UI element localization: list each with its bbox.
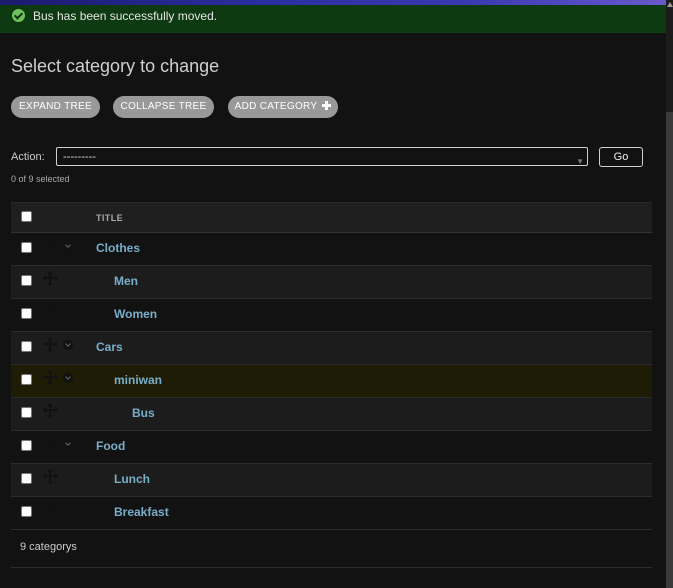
category-title-link[interactable]: miniwan xyxy=(114,373,162,387)
action-select[interactable]: --------- ▼ xyxy=(56,147,588,166)
table-row: Food xyxy=(11,431,652,464)
category-title-link[interactable]: Food xyxy=(96,439,125,453)
results-table: TITLE Clothes Men Women Cars miniwan Bus Food L… xyxy=(11,202,652,530)
table-row: Clothes xyxy=(11,233,652,266)
drag-handle-icon[interactable] xyxy=(43,436,58,451)
table-row: Men xyxy=(11,266,652,299)
table-row: Women xyxy=(11,299,652,332)
page-scrollbar[interactable] xyxy=(666,0,673,588)
action-label: Action: xyxy=(11,151,45,163)
category-title-link[interactable]: Cars xyxy=(96,340,123,354)
result-count: 9 categorys xyxy=(11,529,652,568)
collapse-toggle-icon[interactable] xyxy=(63,340,73,350)
category-title-link[interactable]: Bus xyxy=(132,406,155,420)
drag-handle-icon[interactable] xyxy=(43,403,58,418)
row-select-checkbox[interactable] xyxy=(21,407,32,418)
drag-handle-icon[interactable] xyxy=(43,370,58,385)
row-select-checkbox[interactable] xyxy=(21,473,32,484)
row-select-checkbox[interactable] xyxy=(21,440,32,451)
check-circle-icon xyxy=(12,9,25,22)
success-message-text: Bus has been successfully moved. xyxy=(33,9,218,23)
table-row: Breakfast xyxy=(11,497,652,530)
table-header: TITLE xyxy=(11,202,652,233)
row-select-checkbox[interactable] xyxy=(21,506,32,517)
table-row: Bus xyxy=(11,398,652,431)
column-header-title[interactable]: TITLE xyxy=(96,213,123,223)
row-select-checkbox[interactable] xyxy=(21,374,32,385)
category-title-link[interactable]: Clothes xyxy=(96,241,140,255)
expand-tree-button[interactable]: EXPAND TREE xyxy=(11,96,100,118)
category-title-link[interactable]: Men xyxy=(114,274,138,288)
drag-handle-icon[interactable] xyxy=(43,469,58,484)
collapse-tree-label: COLLAPSE TREE xyxy=(120,101,207,112)
drag-handle-icon[interactable] xyxy=(43,304,58,319)
add-category-button[interactable]: ADD CATEGORY xyxy=(228,96,338,118)
result-count-text: 9 categorys xyxy=(20,541,77,553)
category-title-link[interactable]: Lunch xyxy=(114,472,150,486)
table-body: Clothes Men Women Cars miniwan Bus Food Lunch Br… xyxy=(11,233,652,530)
row-select-checkbox[interactable] xyxy=(21,242,32,253)
drag-handle-icon[interactable] xyxy=(43,271,58,286)
action-select-value: --------- xyxy=(63,151,96,163)
drag-handle-icon[interactable] xyxy=(43,502,58,517)
expand-tree-label: EXPAND TREE xyxy=(19,101,92,112)
row-select-checkbox[interactable] xyxy=(21,341,32,352)
row-select-checkbox[interactable] xyxy=(21,275,32,286)
row-select-checkbox[interactable] xyxy=(21,308,32,319)
scrollbar-thumb[interactable] xyxy=(666,112,673,588)
table-row: miniwan xyxy=(11,365,652,398)
table-row: Lunch xyxy=(11,464,652,497)
table-row: Cars xyxy=(11,332,652,365)
select-all-checkbox[interactable] xyxy=(21,211,32,222)
collapse-toggle-icon[interactable] xyxy=(63,241,73,251)
page-title: Select category to change xyxy=(11,56,220,76)
category-title-link[interactable]: Women xyxy=(114,307,157,321)
plus-icon xyxy=(322,101,332,110)
chevron-down-icon: ▼ xyxy=(576,157,584,166)
collapse-toggle-icon[interactable] xyxy=(63,373,73,383)
success-message: Bus has been successfully moved. xyxy=(0,5,666,33)
drag-handle-icon[interactable] xyxy=(43,337,58,352)
category-title-link[interactable]: Breakfast xyxy=(114,505,169,519)
collapse-toggle-icon[interactable] xyxy=(63,439,73,449)
selection-counter: 0 of 9 selected xyxy=(11,174,70,184)
drag-handle-icon[interactable] xyxy=(43,238,58,253)
go-button[interactable]: Go xyxy=(599,147,643,167)
collapse-tree-button[interactable]: COLLAPSE TREE xyxy=(113,96,214,118)
scroll-up-arrow-icon[interactable] xyxy=(667,2,673,7)
add-category-label: ADD CATEGORY xyxy=(234,101,318,112)
